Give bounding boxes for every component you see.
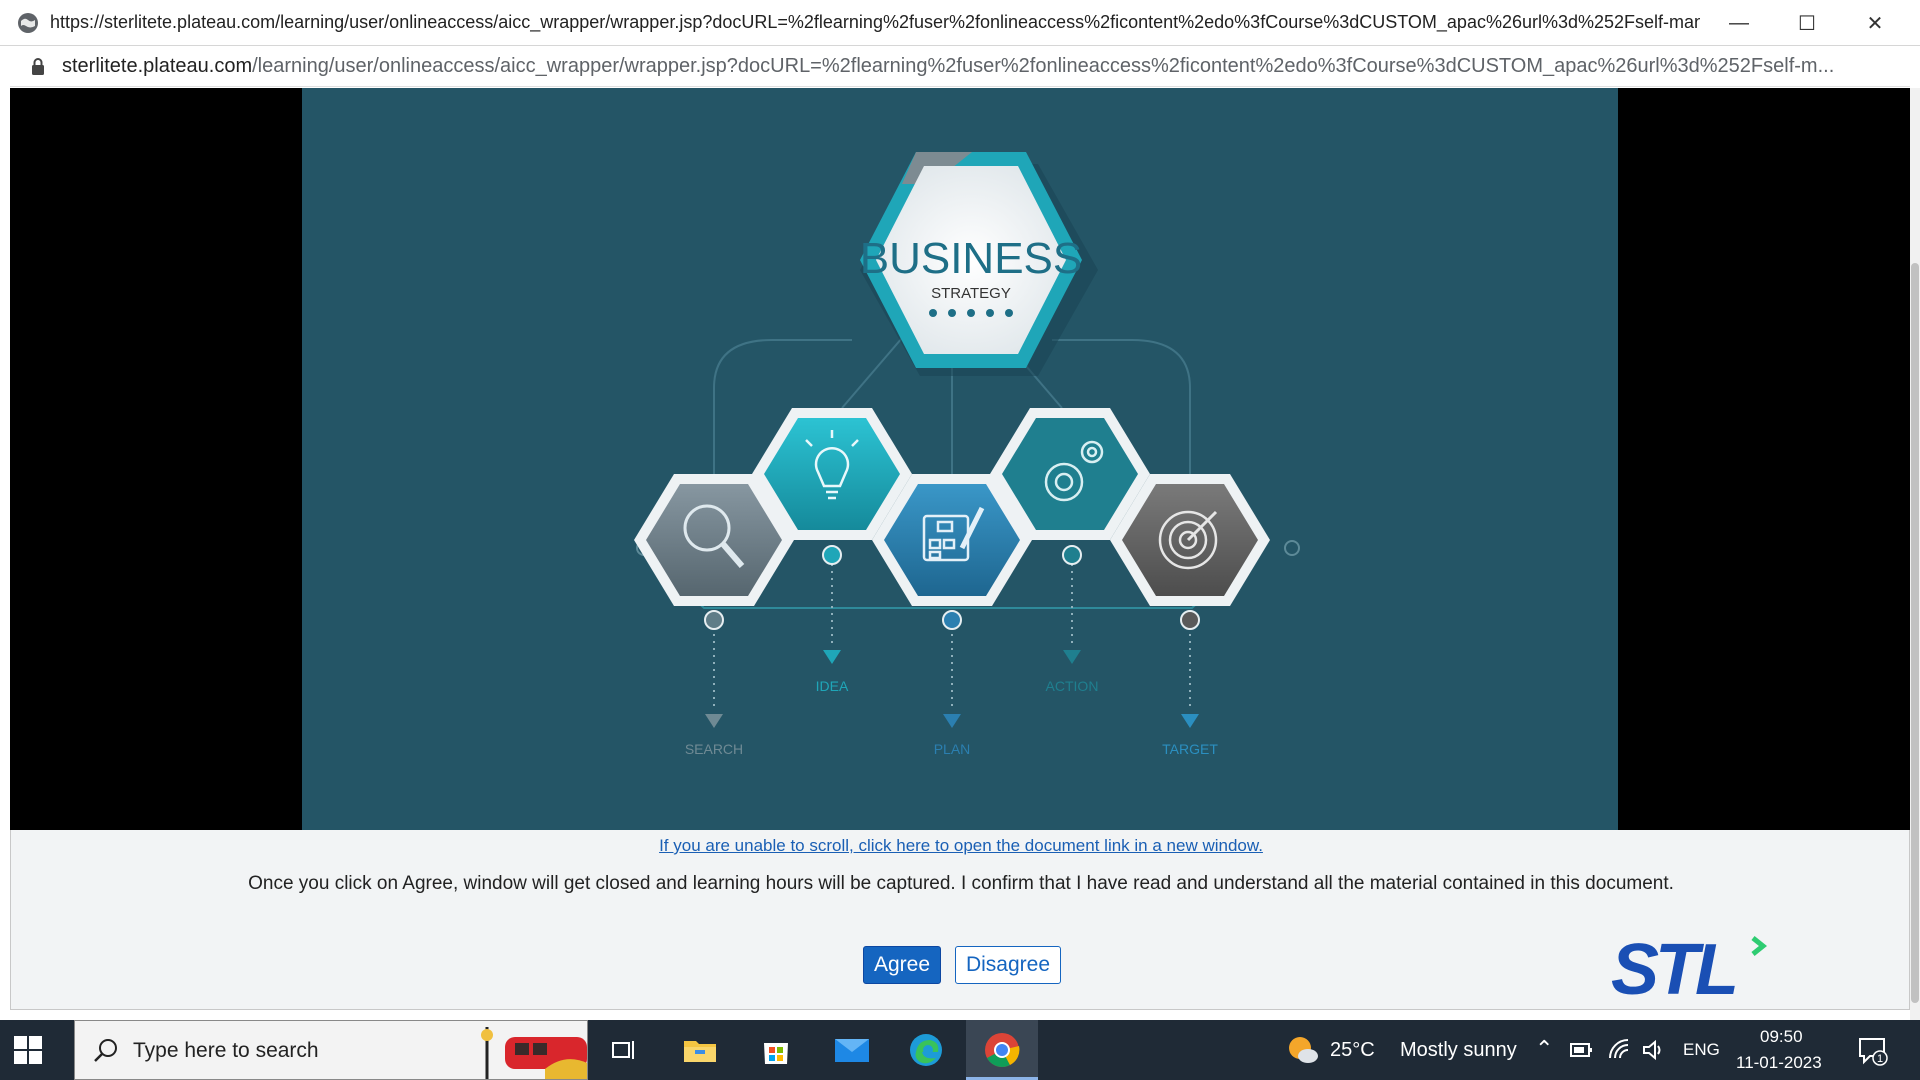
agree-button[interactable]: Agree bbox=[863, 946, 941, 984]
open-new-window-link[interactable]: If you are unable to scroll, click here … bbox=[11, 836, 1911, 856]
chrome-icon[interactable] bbox=[980, 1028, 1024, 1072]
weather-description[interactable]: Mostly sunny bbox=[1400, 1039, 1517, 1062]
notification-count: 1 bbox=[1877, 1053, 1883, 1065]
minimize-button[interactable]: — bbox=[1706, 0, 1772, 46]
search-icon bbox=[94, 1039, 117, 1062]
business-strategy-hexagon: BUSINESS STRATEGY bbox=[860, 152, 1098, 376]
step-label-target: TARGET bbox=[1162, 741, 1218, 757]
scrollbar-thumb[interactable] bbox=[1911, 263, 1919, 1003]
clock-date[interactable]: 11-01-2023 bbox=[1736, 1053, 1822, 1073]
clock-time[interactable]: 09:50 bbox=[1760, 1027, 1803, 1047]
window-title: https://sterlitete.plateau.com/learning/… bbox=[50, 12, 1700, 32]
taskbar-search-box[interactable]: Type here to search bbox=[74, 1020, 588, 1080]
url-path: /learning/user/onlineaccess/aicc_wrapper… bbox=[252, 55, 1835, 77]
show-hidden-icons-icon[interactable]: ⌃ bbox=[1535, 1036, 1553, 1062]
weather-sun-cloud-icon bbox=[1289, 1037, 1318, 1063]
disagree-button[interactable]: Disagree bbox=[955, 946, 1061, 984]
taskbar: Type here to search 25°C Mostly sunny ⌃ bbox=[0, 1020, 1920, 1080]
battery-icon[interactable] bbox=[1570, 1040, 1594, 1060]
page-scrollbar[interactable] bbox=[1910, 88, 1920, 1020]
browser-window: https://sterlitete.plateau.com/learning/… bbox=[0, 0, 1920, 1020]
site-globe-icon bbox=[18, 13, 38, 33]
windows-start-icon[interactable] bbox=[14, 1036, 42, 1064]
maximize-button[interactable]: ☐ bbox=[1774, 0, 1840, 46]
stl-logo: STL bbox=[1611, 930, 1768, 1002]
weather-temperature[interactable]: 25°C bbox=[1330, 1039, 1375, 1062]
taskbar-search-placeholder: Type here to search bbox=[133, 1039, 319, 1062]
slide-subtitle: STRATEGY bbox=[931, 285, 1011, 302]
lock-icon bbox=[32, 58, 44, 75]
language-indicator[interactable]: ENG bbox=[1683, 1040, 1720, 1060]
url-domain: sterlitete.plateau.com bbox=[62, 55, 253, 77]
step-label-idea: IDEA bbox=[816, 678, 849, 694]
title-bar: https://sterlitete.plateau.com/learning/… bbox=[0, 0, 1920, 46]
svg-text:STL: STL bbox=[1611, 930, 1735, 1002]
search-highlight-train-icon bbox=[481, 1027, 587, 1079]
mail-icon[interactable] bbox=[830, 1028, 874, 1072]
volume-icon[interactable] bbox=[1642, 1038, 1666, 1062]
step-label-action: ACTION bbox=[1046, 678, 1099, 694]
confirmation-footer: If you are unable to scroll, click here … bbox=[10, 830, 1910, 1010]
task-view-icon[interactable] bbox=[602, 1028, 646, 1072]
notification-center-icon[interactable]: 1 bbox=[1858, 1036, 1888, 1066]
confirmation-text: Once you click on Agree, window will get… bbox=[248, 873, 1674, 894]
url-text[interactable]: sterlitete.plateau.com/learning/user/onl… bbox=[62, 55, 1892, 78]
microsoft-store-icon[interactable] bbox=[754, 1028, 798, 1072]
edge-browser-icon[interactable] bbox=[904, 1028, 948, 1072]
address-bar[interactable]: sterlitete.plateau.com/learning/user/onl… bbox=[10, 47, 1910, 87]
document-viewer: BUSINESS STRATEGY SEARCH IDEA PLAN ACTIO… bbox=[10, 88, 1910, 830]
business-strategy-graphic: BUSINESS STRATEGY SEARCH IDEA PLAN ACTIO… bbox=[634, 152, 1300, 757]
wifi-icon[interactable] bbox=[1608, 1038, 1630, 1060]
course-slide: BUSINESS STRATEGY SEARCH IDEA PLAN ACTIO… bbox=[302, 88, 1618, 830]
step-label-search: SEARCH bbox=[685, 741, 743, 757]
step-label-plan: PLAN bbox=[934, 741, 971, 757]
slide-title: BUSINESS bbox=[860, 234, 1083, 283]
close-button[interactable]: ✕ bbox=[1842, 0, 1908, 46]
file-explorer-icon[interactable] bbox=[678, 1028, 722, 1072]
